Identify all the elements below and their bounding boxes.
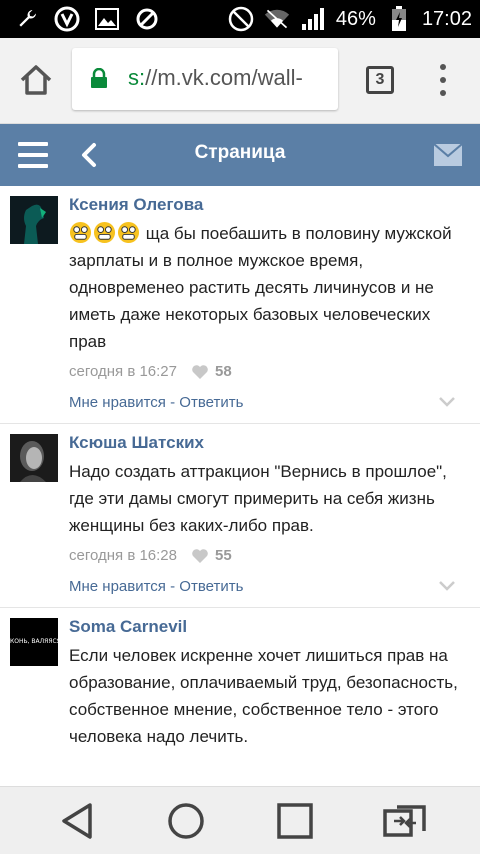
likes-count: 55 xyxy=(215,547,232,564)
blocked-icon xyxy=(134,6,160,32)
comment-meta: сегодня в 16:27 58 xyxy=(69,363,468,380)
comment-item: Ксения Олегова ща бы поебашить в половин… xyxy=(0,186,480,424)
likes-count: 58 xyxy=(215,363,232,380)
like-link[interactable]: Мне нравится xyxy=(69,394,166,411)
switch-apps-icon[interactable] xyxy=(382,801,428,841)
action-separator: - xyxy=(165,578,180,595)
avatar[interactable] xyxy=(10,196,58,244)
avatar[interactable] xyxy=(10,434,58,482)
comment-time[interactable]: сегодня в 16:27 xyxy=(69,363,177,380)
comment-author[interactable]: Ксения Олегова xyxy=(69,196,468,214)
mail-icon[interactable] xyxy=(433,143,463,166)
image-icon xyxy=(94,6,120,32)
page-title: Страница xyxy=(194,142,286,163)
comments-feed: Ксения Олегова ща бы поебашить в половин… xyxy=(0,186,480,786)
comment-text: ща бы поебашить в половину мужской зарпл… xyxy=(69,220,468,355)
grinning-emoji-icon xyxy=(117,221,140,244)
comment-author[interactable]: Ксюша Шатских xyxy=(69,434,468,452)
battery-percent: 46% xyxy=(335,7,376,30)
wrench-icon xyxy=(14,6,40,32)
comment-author[interactable]: Soma Carnevil xyxy=(69,618,468,636)
action-separator: - xyxy=(165,394,180,411)
lock-icon xyxy=(90,67,108,88)
chevron-down-icon[interactable] xyxy=(438,580,456,592)
app-header: Страница xyxy=(0,124,480,186)
comment-actions: Мне нравится - Ответить xyxy=(69,578,468,595)
browser-toolbar: s://m.vk.com/wall- 3 xyxy=(0,38,480,124)
avatar-text: КОНЬ, ВАЛЯЯСЯ xyxy=(10,638,58,645)
comment-meta: сегодня в 16:28 55 xyxy=(69,547,468,564)
comment-actions: Мне нравится - Ответить xyxy=(69,394,468,411)
battery-icon xyxy=(386,6,412,32)
overflow-menu-icon[interactable] xyxy=(438,64,448,96)
mute-icon xyxy=(228,6,254,32)
likes-counter[interactable]: 58 xyxy=(191,363,232,380)
comment-text: Надо создать аттракцион "Вернись в прошл… xyxy=(69,462,447,535)
chevron-down-icon[interactable] xyxy=(438,396,456,408)
comment-text: Если человек искренне хочет лишиться пра… xyxy=(69,646,458,746)
system-navigation-bar xyxy=(0,786,480,854)
heart-icon xyxy=(192,548,208,563)
url-bar[interactable]: s://m.vk.com/wall- xyxy=(72,48,338,110)
tab-switcher-button[interactable]: 3 xyxy=(366,66,394,94)
reply-link[interactable]: Ответить xyxy=(179,394,243,411)
url-scheme: s: xyxy=(128,65,146,90)
clock: 17:02 xyxy=(421,7,472,30)
comment-time[interactable]: сегодня в 16:28 xyxy=(69,547,177,564)
heart-icon xyxy=(192,364,208,379)
grinning-emoji-icon xyxy=(69,221,92,244)
like-link[interactable]: Мне нравится xyxy=(69,578,166,595)
back-triangle-icon[interactable] xyxy=(58,801,98,841)
recents-square-icon[interactable] xyxy=(275,801,315,841)
status-bar: 46% 17:02 xyxy=(0,0,480,38)
avatar[interactable]: КОНЬ, ВАЛЯЯСЯ xyxy=(10,618,58,666)
url-text: s://m.vk.com/wall- xyxy=(128,65,303,91)
wifi-icon xyxy=(264,6,290,32)
emoji-group xyxy=(69,221,141,244)
comment-item: Ксюша Шатских Надо создать аттракцион "В… xyxy=(0,424,480,608)
comment-item: КОНЬ, ВАЛЯЯСЯ Soma Carnevil Если человек… xyxy=(0,608,480,750)
home-icon[interactable] xyxy=(18,62,54,98)
url-path: //m.vk.com/wall- xyxy=(145,65,303,90)
vk-app-icon xyxy=(54,6,80,32)
reply-link[interactable]: Ответить xyxy=(179,578,243,595)
grinning-emoji-icon xyxy=(93,221,116,244)
home-circle-icon[interactable] xyxy=(166,801,206,841)
likes-counter[interactable]: 55 xyxy=(191,547,232,564)
signal-icon xyxy=(300,6,326,32)
